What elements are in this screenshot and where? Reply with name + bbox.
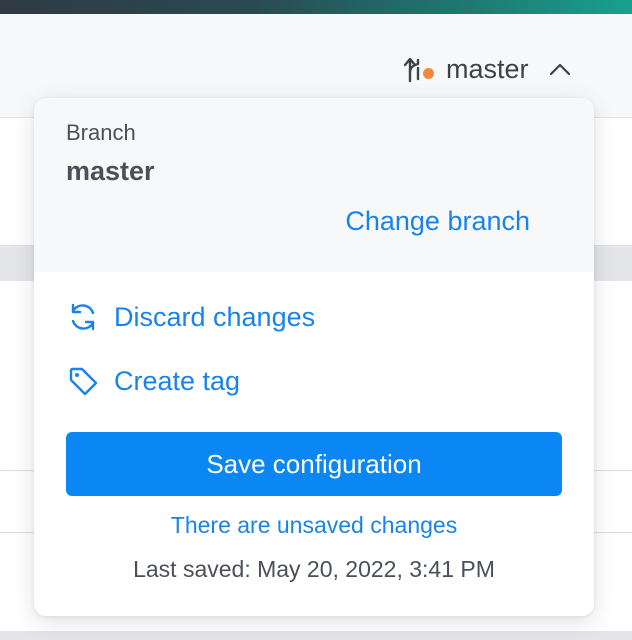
create-tag-label: Create tag (114, 365, 241, 396)
top-color-strip (0, 0, 632, 14)
background-footer-band (0, 631, 632, 640)
git-branch-icon (402, 54, 436, 84)
branch-selector-button[interactable]: master (402, 52, 571, 86)
create-tag-button[interactable]: Create tag (66, 364, 240, 398)
branch-heading: Branch (66, 120, 136, 145)
unsaved-changes-notice: There are unsaved changes (170, 512, 458, 538)
current-branch-label: master (446, 53, 529, 84)
save-configuration-button[interactable]: Save configuration (66, 432, 562, 496)
unsaved-status-dot (423, 68, 434, 79)
refresh-icon (66, 300, 100, 334)
change-branch-link[interactable]: Change branch (345, 206, 530, 237)
branch-info-section: Branch master Change branch (34, 98, 594, 272)
discard-changes-label: Discard changes (114, 301, 316, 332)
discard-changes-button[interactable]: Discard changes (66, 300, 315, 334)
branch-popover: Branch master Change branch Discard chan… (34, 98, 594, 616)
chevron-up-icon (549, 62, 571, 76)
tag-icon (66, 364, 100, 398)
branch-name: master (66, 156, 155, 186)
last-saved-timestamp: Last saved: May 20, 2022, 3:41 PM (133, 556, 495, 582)
